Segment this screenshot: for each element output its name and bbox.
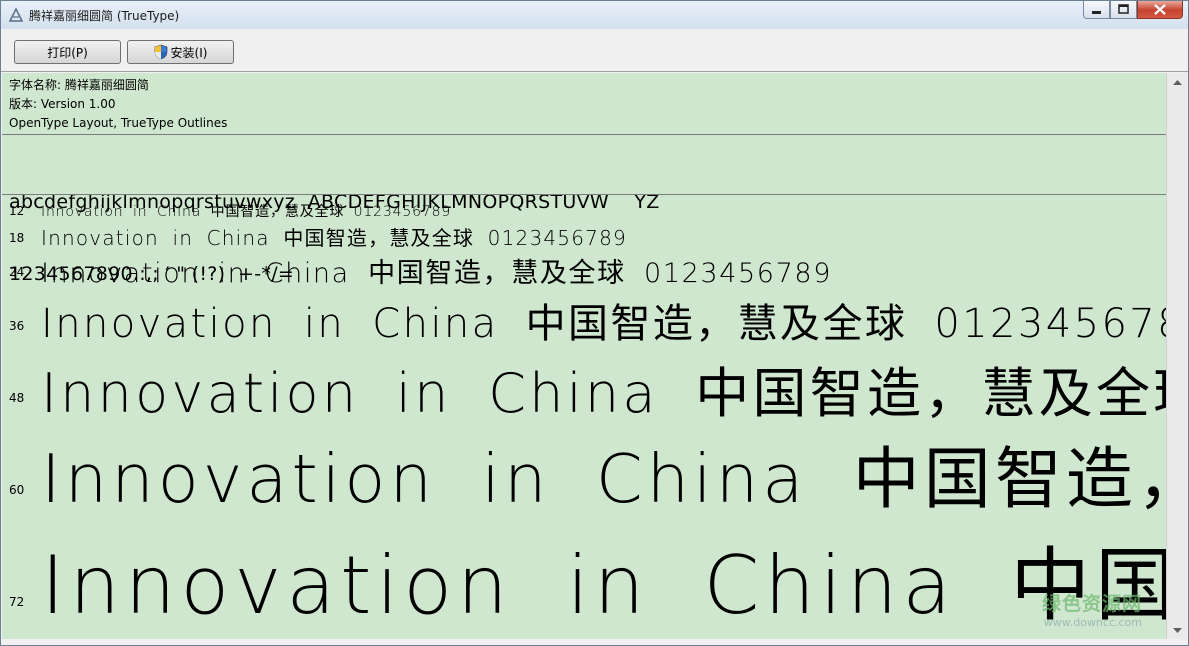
- sample-size-label: 12: [9, 204, 25, 218]
- toolbar: 打印(P) 安装(I): [1, 29, 1188, 72]
- font-type-line: OpenType Layout, TrueType Outlines: [9, 116, 228, 130]
- sample-row: 24 Innovation in China 中国智造，慧及全球 0123456…: [2, 251, 1166, 289]
- window-title: 腾祥嘉丽细圆简 (TrueType): [29, 9, 180, 23]
- scroll-up-arrow-icon: [1172, 79, 1182, 85]
- sample-size-label: 60: [9, 483, 25, 497]
- close-icon: [1154, 4, 1166, 15]
- sample-row: 36 Innovation in China 中国智造，慧及全球 0123456…: [2, 291, 1166, 347]
- sample-text: Innovation in China 中国智造，慧及全球 0123456789: [41, 362, 1166, 425]
- font-version-line: 版本: Version 1.00: [9, 97, 116, 111]
- print-button[interactable]: 打印(P): [14, 40, 121, 64]
- sample-text: Innovation in China 中国智造，慧及全球 0123456789: [41, 258, 832, 289]
- title-bar[interactable]: 腾祥嘉丽细圆简 (TrueType): [1, 1, 1188, 29]
- print-button-label: 打印(P): [47, 45, 88, 60]
- sample-text: Innovation in China 中国智造，慧及全球 0123456789: [41, 301, 1166, 347]
- watermark: 绿色资源网 www.downcc.com: [1042, 589, 1142, 629]
- sample-row: 18 Innovation in China 中国智造，慧及全球 0123456…: [2, 222, 1166, 250]
- watermark-url: www.downcc.com: [1043, 616, 1142, 629]
- font-info: 字体名称: 腾祥嘉丽细圆简 版本: Version 1.00 OpenType …: [9, 76, 227, 133]
- sample-row: 72 Innovation in China 中国智造，慧及全球 0123456…: [2, 521, 1166, 632]
- sample-size-label: 24: [9, 265, 25, 279]
- window-controls: [1083, 1, 1183, 21]
- sample-text: Innovation in China 中国智造，慧及全球 0123456789: [41, 539, 1166, 632]
- scroll-down-arrow-icon: [1172, 627, 1182, 633]
- minimize-icon: [1092, 11, 1101, 14]
- minimize-button[interactable]: [1083, 1, 1110, 19]
- sample-size-label: 36: [9, 319, 25, 333]
- sample-text: Innovation in China 中国智造，慧及全球 0123456789: [41, 204, 452, 220]
- scroll-up-button[interactable]: [1167, 73, 1187, 90]
- sample-row: 48 Innovation in China 中国智造，慧及全球 0123456…: [2, 349, 1166, 425]
- font-viewer-window: 腾祥嘉丽细圆简 (TrueType) 打印(P) 安装(I) 字体名称: 腾祥嘉…: [0, 0, 1189, 646]
- sample-text: Innovation in China 中国智造，慧及全球 0123456789: [41, 226, 627, 250]
- font-name-line: 字体名称: 腾祥嘉丽细圆简: [9, 78, 149, 92]
- vertical-scrollbar[interactable]: [1166, 73, 1187, 639]
- install-button[interactable]: 安装(I): [127, 40, 234, 64]
- sample-row: 60 Innovation in China 中国智造，慧及全球 0123456…: [2, 425, 1166, 518]
- sample-row: 12 Innovation in China 中国智造，慧及全球 0123456…: [2, 201, 1166, 221]
- uac-shield-icon: [154, 44, 167, 60]
- sample-text: Innovation in China 中国智造，慧及全球 0123456789: [41, 440, 1166, 518]
- scroll-down-button[interactable]: [1167, 622, 1187, 639]
- sample-size-label: 18: [9, 231, 25, 245]
- maximize-icon: [1118, 4, 1129, 14]
- close-button[interactable]: [1137, 1, 1183, 19]
- sample-size-label: 72: [9, 595, 25, 609]
- font-preview-pane[interactable]: 字体名称: 腾祥嘉丽细圆简 版本: Version 1.00 OpenType …: [2, 73, 1166, 639]
- watermark-logo: 绿色资源网: [1041, 593, 1142, 615]
- divider: [2, 134, 1166, 135]
- font-viewer-icon: [8, 7, 24, 22]
- divider: [2, 194, 1166, 195]
- install-button-label: 安装(I): [170, 45, 208, 60]
- sample-size-label: 48: [9, 391, 25, 405]
- maximize-button[interactable]: [1110, 1, 1137, 19]
